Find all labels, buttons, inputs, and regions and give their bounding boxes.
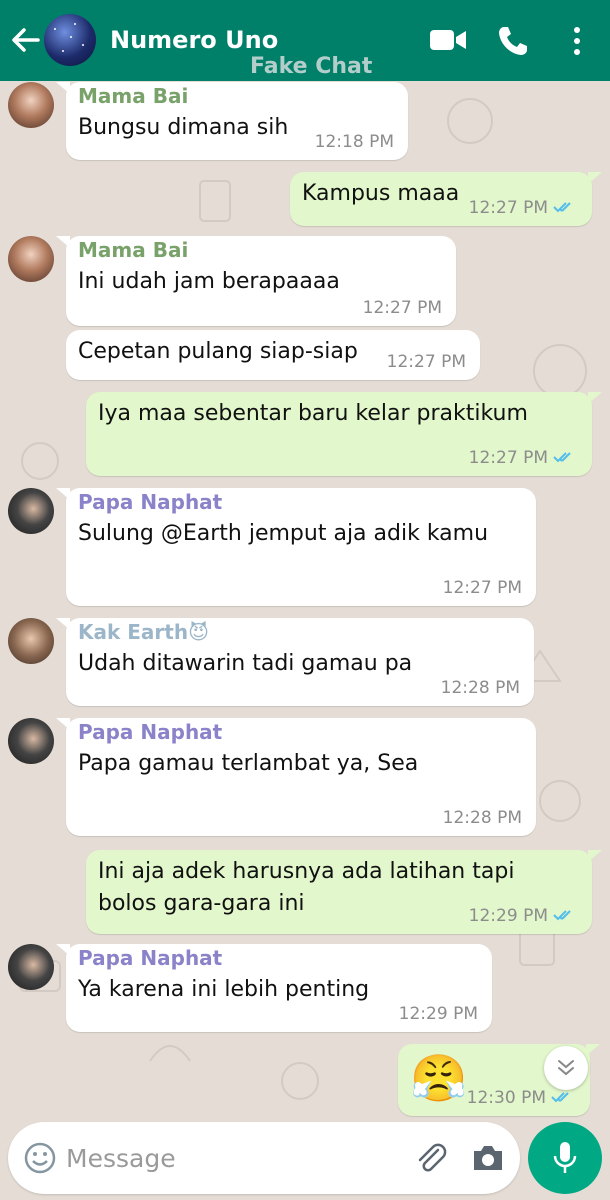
attach-icon[interactable] [412, 1140, 448, 1176]
outgoing-message[interactable]: Kampus maaa 12:27 PM [290, 172, 602, 226]
chat-title[interactable]: Numero Uno [110, 26, 278, 54]
incoming-message[interactable]: Papa Naphat Papa gamau terlambat ya, Sea 1… [56, 718, 536, 836]
scroll-down-button[interactable] [544, 1046, 588, 1090]
phone-call-icon[interactable] [496, 24, 530, 58]
fake-chat-watermark: Fake Chat [250, 54, 373, 79]
message-text: Iya maa sebentar baru kelar praktikum [98, 401, 528, 426]
group-avatar[interactable] [44, 14, 96, 66]
bubble-tail [56, 236, 70, 248]
message-input[interactable] [66, 1136, 396, 1180]
read-ticks-icon [553, 452, 571, 463]
message-time: 12:18 PM [314, 132, 394, 152]
bubble-tail [56, 944, 70, 956]
mic-icon [553, 1142, 577, 1173]
message-text: Kampus maaa [302, 181, 460, 206]
sender-name[interactable]: Papa Naphat [78, 946, 222, 970]
message-text: bolos gara-gara ini [98, 891, 305, 916]
sender-avatar[interactable] [8, 618, 54, 664]
message-text: Ini udah jam berapaaaa [78, 269, 340, 294]
bubble-tail [56, 488, 70, 500]
message-text: Papa gamau terlambat ya, Sea [78, 751, 419, 776]
incoming-message[interactable]: Mama Bai Bungsu dimana sih 12:18 PM [56, 82, 408, 160]
more-options-icon[interactable] [566, 24, 588, 58]
message-time: 12:27 PM [386, 352, 466, 372]
outgoing-message[interactable]: Ini aja adek harusnya ada latihan tapi bo… [86, 850, 602, 934]
bubble-tail [588, 172, 602, 184]
sender-avatar[interactable] [8, 718, 54, 764]
sender-name[interactable]: Mama Bai [78, 84, 188, 108]
bubble-tail [588, 392, 602, 404]
back-arrow-icon[interactable] [8, 22, 42, 58]
camera-icon[interactable] [470, 1142, 506, 1174]
bubble-tail [56, 618, 70, 630]
read-ticks-icon [553, 910, 571, 921]
sender-avatar[interactable] [8, 944, 54, 990]
message-text: Bungsu dimana sih [78, 115, 289, 140]
video-call-icon[interactable] [428, 24, 468, 56]
message-time: 12:28 PM [440, 678, 520, 698]
mic-button[interactable] [528, 1122, 602, 1194]
message-time: 12:27 PM [468, 198, 548, 218]
message-time: 12:27 PM [442, 578, 522, 598]
emoji-icon[interactable] [24, 1142, 56, 1174]
sender-name[interactable]: Papa Naphat [78, 490, 222, 514]
sender-name[interactable]: Kak Earth😈 [78, 620, 209, 644]
sender-avatar[interactable] [8, 82, 54, 128]
message-time: 12:27 PM [362, 298, 442, 318]
bubble-tail [56, 718, 70, 730]
outgoing-message[interactable]: Iya maa sebentar baru kelar praktikum 12:… [86, 392, 602, 476]
incoming-message[interactable]: Cepetan pulang siap-siap 12:27 PM [66, 330, 480, 380]
bubble-tail [588, 850, 602, 862]
chevron-double-down-icon [558, 1060, 574, 1076]
incoming-message[interactable]: Mama Bai Ini udah jam berapaaaa 12:27 PM [56, 236, 456, 326]
message-composer [8, 1122, 520, 1194]
read-ticks-icon [553, 202, 571, 213]
message-text: Ini aja adek harusnya ada latihan tapi [98, 859, 515, 884]
message-time: 12:27 PM [468, 448, 548, 468]
message-text: Ya karena ini lebih penting [78, 977, 370, 1002]
message-time: 12:30 PM [466, 1088, 546, 1108]
message-time: 12:29 PM [398, 1004, 478, 1024]
sender-avatar[interactable] [8, 236, 54, 282]
message-text: Sulung @Earth jemput aja adik kamu [78, 521, 489, 546]
incoming-message[interactable]: Papa Naphat Sulung @Earth jemput aja adik… [56, 488, 536, 606]
message-time: 12:28 PM [442, 808, 522, 828]
message-emoji: 😤 [410, 1051, 468, 1105]
read-ticks-icon [551, 1092, 569, 1103]
bubble-tail [586, 1044, 600, 1056]
sender-name[interactable]: Mama Bai [78, 238, 188, 262]
incoming-message[interactable]: Papa Naphat Ya karena ini lebih penting 12… [56, 944, 492, 1032]
sender-avatar[interactable] [8, 488, 54, 534]
sender-name[interactable]: Papa Naphat [78, 720, 222, 744]
bubble-tail [56, 82, 70, 94]
message-time: 12:29 PM [468, 906, 548, 926]
message-text: Cepetan pulang siap-siap [78, 339, 358, 364]
sender-emoji: 😈 [188, 620, 209, 644]
incoming-message[interactable]: Kak Earth😈 Udah ditawarin tadi gamau pa 12… [56, 618, 534, 706]
message-text: Udah ditawarin tadi gamau pa [78, 651, 413, 676]
